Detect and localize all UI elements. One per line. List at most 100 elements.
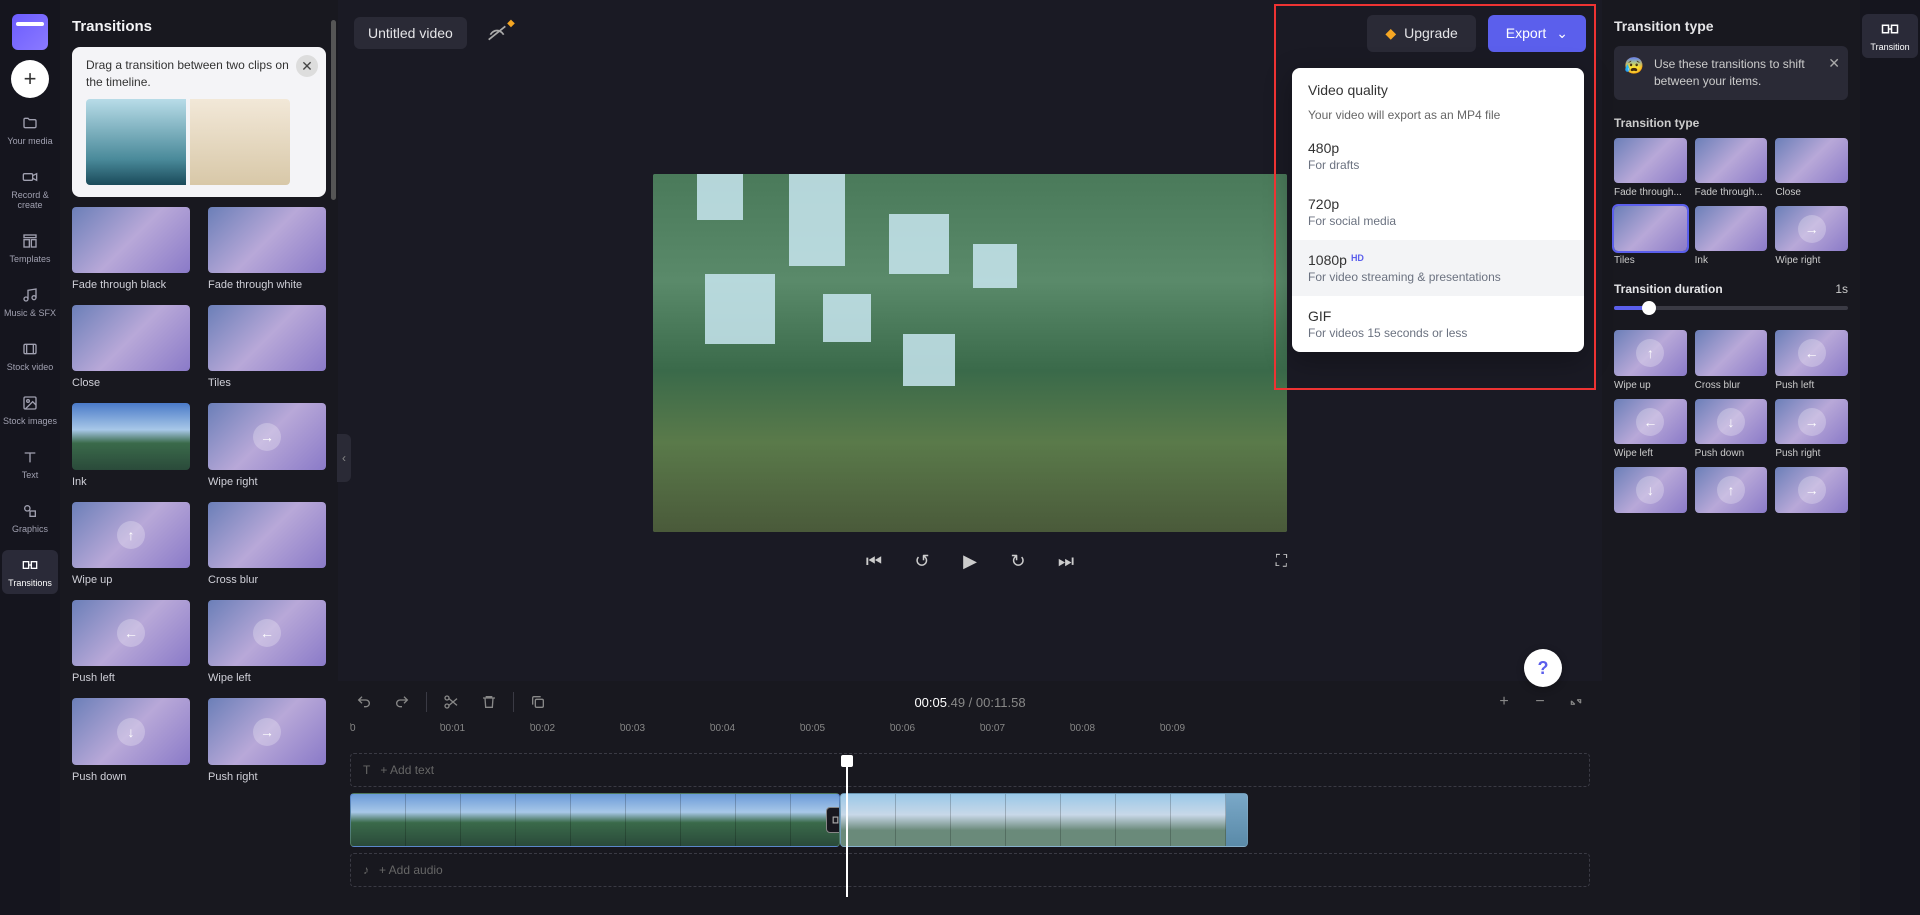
nav-your-media[interactable]: Your media: [2, 108, 58, 152]
clip-1[interactable]: CC 🔊: [350, 793, 840, 847]
export-option-1080p[interactable]: 1080pHD For video streaming & presentati…: [1292, 240, 1584, 296]
shapes-icon: [21, 502, 39, 520]
export-option-gif[interactable]: GIF For videos 15 seconds or less: [1292, 296, 1584, 352]
transition-item-push-down[interactable]: ↓Push down: [72, 698, 190, 782]
transition-item-fade-white[interactable]: Fade through white: [208, 207, 326, 291]
transition-item-wipe-right[interactable]: →Wipe right: [208, 403, 326, 487]
transition-item-wipe-left[interactable]: ←Wipe left: [208, 600, 326, 684]
fit-timeline-button[interactable]: [1562, 688, 1590, 716]
type-tiles[interactable]: Tiles: [1614, 206, 1687, 266]
transition-item-ink[interactable]: Ink: [72, 403, 190, 487]
nav-label: Graphics: [12, 524, 48, 534]
clip-2[interactable]: [840, 793, 1248, 847]
type-wipe-left[interactable]: ←Wipe left: [1614, 399, 1687, 459]
export-dropdown: Video quality Your video will export as …: [1292, 68, 1584, 352]
skip-start-button[interactable]: ⏮: [862, 550, 886, 574]
nav-templates[interactable]: Templates: [2, 226, 58, 270]
transition-item-push-left[interactable]: ←Push left: [72, 600, 190, 684]
right-nav-transition[interactable]: Transition: [1862, 14, 1918, 58]
skip-end-button[interactable]: ⏭: [1054, 550, 1078, 574]
duration-slider[interactable]: [1614, 306, 1848, 310]
transition-item-tiles[interactable]: Tiles: [208, 305, 326, 389]
type-push-left[interactable]: ←Push left: [1775, 330, 1848, 390]
timeline-ruler[interactable]: 0 00:01 00:02 00:03 00:04 00:05 00:06 00…: [338, 723, 1602, 747]
split-button[interactable]: [437, 688, 465, 716]
undo-button[interactable]: [350, 688, 378, 716]
transition-item-cross-blur[interactable]: Cross blur: [208, 502, 326, 586]
playhead[interactable]: [846, 763, 848, 897]
tip-card: ✕ Drag a transition between two clips on…: [72, 47, 326, 197]
delete-button[interactable]: [475, 688, 503, 716]
type-more-1[interactable]: ↓: [1614, 467, 1687, 512]
arrow-up-icon: ↑: [1717, 476, 1745, 504]
close-tip-button[interactable]: ✕: [296, 55, 318, 77]
add-text-track[interactable]: T + Add text: [350, 753, 1590, 787]
transition-item-push-right[interactable]: →Push right: [208, 698, 326, 782]
video-title[interactable]: Untitled video: [354, 17, 467, 49]
center-area: ‹ Untitled video ◆ ◆ Upgrade Export ⌄ Vi…: [338, 0, 1602, 915]
duplicate-button[interactable]: [524, 688, 552, 716]
nav-music[interactable]: Music & SFX: [2, 280, 58, 324]
nav-label: Templates: [9, 254, 50, 264]
type-more-2[interactable]: ↑: [1695, 467, 1768, 512]
type-more-3[interactable]: →: [1775, 467, 1848, 512]
duration-value: 1s: [1835, 282, 1848, 296]
transition-icon: [21, 556, 39, 574]
upgrade-button[interactable]: ◆ Upgrade: [1367, 15, 1475, 52]
forward-button[interactable]: ↻: [1006, 550, 1030, 574]
arrow-left-icon: ←: [1798, 339, 1826, 367]
duration-label: Transition duration: [1614, 282, 1723, 296]
nav-stock-video[interactable]: Stock video: [2, 334, 58, 378]
nav-stock-images[interactable]: Stock images: [2, 388, 58, 432]
left-nav-rail: + Your media Record & create Templates M…: [0, 0, 60, 915]
transition-marker[interactable]: [826, 807, 840, 833]
type-ink[interactable]: Ink: [1695, 206, 1768, 266]
upgrade-label: Upgrade: [1404, 25, 1458, 41]
nav-transitions[interactable]: Transitions: [2, 550, 58, 594]
add-media-button[interactable]: +: [11, 60, 49, 98]
type-cross-blur[interactable]: Cross blur: [1695, 330, 1768, 390]
type-push-down[interactable]: ↓Push down: [1695, 399, 1768, 459]
export-option-480p[interactable]: 480p For drafts: [1292, 128, 1584, 184]
nav-record[interactable]: Record & create: [2, 162, 58, 216]
scrollbar[interactable]: [331, 20, 336, 200]
transition-icon: [1881, 20, 1899, 38]
type-close[interactable]: Close: [1775, 138, 1848, 198]
play-button[interactable]: ▶: [958, 550, 982, 574]
rewind-button[interactable]: ↺: [910, 550, 934, 574]
remove-background-button[interactable]: ◆: [479, 16, 515, 50]
camera-icon: [21, 168, 39, 186]
nav-graphics[interactable]: Graphics: [2, 496, 58, 540]
preview-canvas[interactable]: [653, 174, 1287, 532]
type-fade-white[interactable]: Fade through...: [1695, 138, 1768, 198]
export-option-720p[interactable]: 720p For social media: [1292, 184, 1584, 240]
redo-button[interactable]: [388, 688, 416, 716]
add-audio-track[interactable]: ♪ + Add audio: [350, 853, 1590, 887]
type-fade-black[interactable]: Fade through...: [1614, 138, 1687, 198]
hd-badge: HD: [1351, 253, 1364, 263]
timeline-toolbar: 00:05.49 / 00:11.58 + −: [338, 681, 1602, 723]
zoom-in-button[interactable]: +: [1490, 688, 1518, 716]
timeline: 00:05.49 / 00:11.58 + − 0 00:01 00:02 00…: [338, 681, 1602, 915]
transition-item-wipe-up[interactable]: ↑Wipe up: [72, 502, 190, 586]
arrow-left-icon: ←: [1636, 408, 1664, 436]
text-icon: T: [363, 763, 370, 777]
nav-text[interactable]: Text: [2, 442, 58, 486]
transition-item-close[interactable]: Close: [72, 305, 190, 389]
transitions-grid: Fade through black Fade through white Cl…: [72, 207, 326, 783]
type-push-right[interactable]: →Push right: [1775, 399, 1848, 459]
zoom-out-button[interactable]: −: [1526, 688, 1554, 716]
fullscreen-button[interactable]: ⛶: [1276, 553, 1287, 571]
music-icon: [21, 286, 39, 304]
export-button[interactable]: Export ⌄: [1488, 15, 1586, 52]
panel-title: Transitions: [72, 18, 326, 35]
type-wipe-right[interactable]: →Wipe right: [1775, 206, 1848, 266]
transition-item-fade-black[interactable]: Fade through black: [72, 207, 190, 291]
nav-label: Transitions: [8, 578, 52, 588]
arrow-up-icon: ↑: [117, 521, 145, 549]
info-card: 😰 Use these transitions to shift between…: [1614, 46, 1848, 100]
type-wipe-up[interactable]: ↑Wipe up: [1614, 330, 1687, 390]
nav-label: Stock images: [3, 416, 57, 426]
video-track: CC 🔊: [350, 793, 1590, 847]
close-info-button[interactable]: ✕: [1828, 54, 1840, 74]
